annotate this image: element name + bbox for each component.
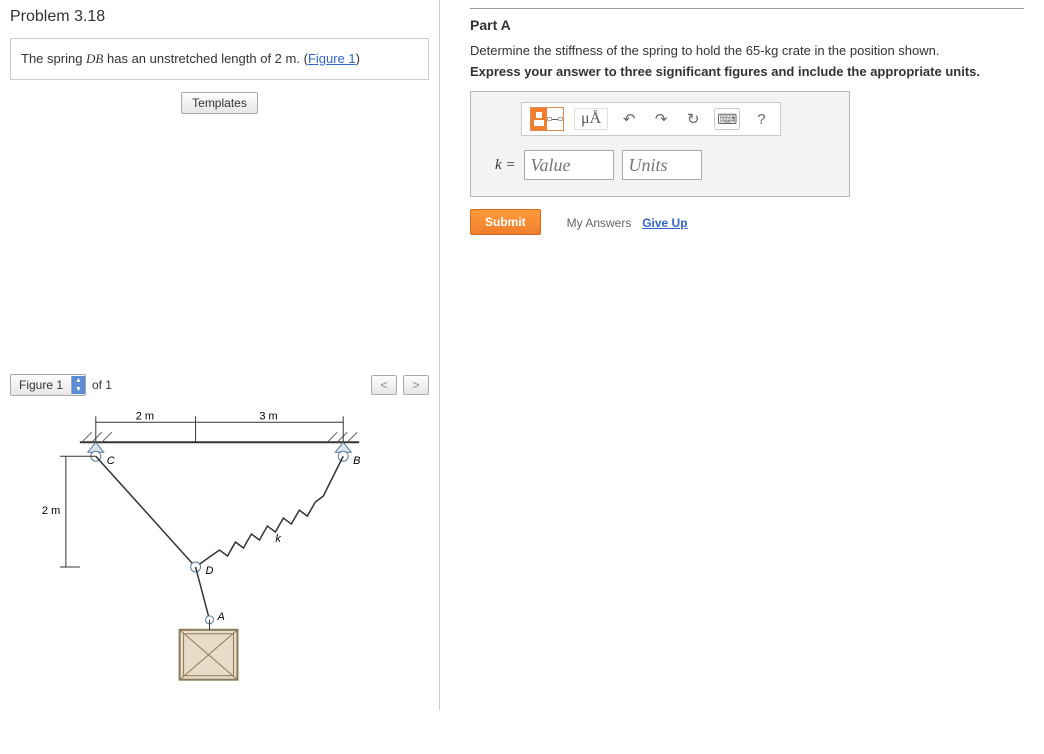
figure-count: of 1 <box>92 378 112 392</box>
value-input[interactable] <box>524 150 614 180</box>
stmt-unit: m <box>286 51 297 66</box>
label-B: B <box>353 455 360 467</box>
fraction-icon <box>547 108 563 130</box>
figure-prev-button[interactable]: < <box>371 375 397 395</box>
stmt-mid: has an unstretched length of 2 <box>103 51 285 66</box>
label-D: D <box>206 565 214 577</box>
templates-button[interactable]: Templates <box>181 92 258 114</box>
keyboard-icon[interactable]: ⌨ <box>714 108 740 130</box>
exponent-icon <box>531 108 547 130</box>
redo-icon[interactable]: ↷ <box>650 108 672 130</box>
stmt-pre: The spring <box>21 51 86 66</box>
submit-button[interactable]: Submit <box>470 209 541 235</box>
problem-statement: The spring DB has an unstretched length … <box>10 38 429 80</box>
figure-stepper[interactable]: ▲ ▼ <box>71 376 85 394</box>
problem-title: Problem 3.18 <box>10 8 429 26</box>
answer-panel: μÅ ↶ ↷ ↻ ⌨ ? k = <box>470 91 850 197</box>
undo-icon[interactable]: ↶ <box>618 108 640 130</box>
stmt-close: ) <box>356 51 360 66</box>
chevron-up-icon[interactable]: ▲ <box>72 376 85 385</box>
format-button[interactable] <box>530 107 564 131</box>
give-up-link[interactable]: Give Up <box>642 216 687 230</box>
figure-diagram: C B 2 m 3 m 2 m k D A <box>10 402 429 702</box>
part-heading: Part A <box>470 17 1024 33</box>
reset-icon[interactable]: ↻ <box>682 108 704 130</box>
label-C: C <box>107 455 115 467</box>
figure-next-button[interactable]: > <box>403 375 429 395</box>
chevron-down-icon[interactable]: ▼ <box>72 385 85 394</box>
part-instruction: Express your answer to three significant… <box>470 64 1024 79</box>
stmt-var: DB <box>86 51 103 66</box>
my-answers-label: My Answers <box>567 216 632 230</box>
help-button[interactable]: ? <box>750 108 772 130</box>
answer-variable: k = <box>495 157 516 174</box>
units-input[interactable] <box>622 150 702 180</box>
figure-selector-label: Figure 1 <box>11 375 71 395</box>
units-symbol-button[interactable]: μÅ <box>574 108 608 130</box>
stmt-post: . ( <box>296 51 308 66</box>
figure-link[interactable]: Figure 1 <box>308 51 356 66</box>
dim-1: 2 m <box>136 410 154 422</box>
dim-3: 2 m <box>42 505 60 517</box>
label-A: A <box>217 611 225 623</box>
label-k: k <box>275 533 281 545</box>
part-question: Determine the stiffness of the spring to… <box>470 43 1024 58</box>
figure-selector[interactable]: Figure 1 ▲ ▼ <box>10 374 86 396</box>
dim-2: 3 m <box>259 410 277 422</box>
answer-toolbar: μÅ ↶ ↷ ↻ ⌨ ? <box>521 102 781 136</box>
